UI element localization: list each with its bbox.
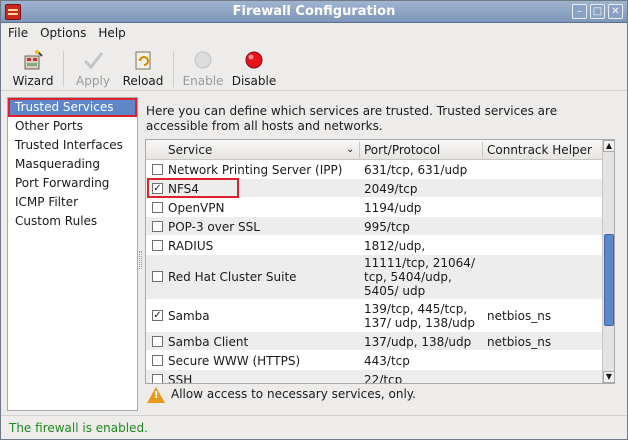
- column-header-service[interactable]: Service: [168, 143, 212, 157]
- disable-button[interactable]: Disable: [231, 49, 277, 88]
- checkmark-icon: [82, 49, 104, 71]
- menu-options[interactable]: Options: [33, 23, 91, 40]
- window-title: Firewall Configuration: [232, 4, 396, 19]
- sort-chevron-down-icon[interactable]: ⌄: [346, 144, 354, 155]
- toolbar-separator: [63, 51, 64, 87]
- table-scrollbar[interactable]: ▲ ▼: [602, 140, 614, 383]
- disable-icon: [243, 49, 265, 71]
- row-checkbox[interactable]: [152, 240, 163, 251]
- enable-icon: [192, 49, 214, 71]
- service-cell: Samba: [168, 309, 210, 323]
- highlight-box: [147, 178, 239, 198]
- wizard-button[interactable]: Wizard: [9, 49, 57, 88]
- service-cell: Secure WWW (HTTPS): [168, 354, 301, 368]
- reload-icon: [132, 49, 154, 71]
- sidebar-item-port-forwarding[interactable]: Port Forwarding: [8, 174, 137, 193]
- scroll-up-icon[interactable]: ▲: [603, 140, 614, 152]
- port-cell: 11111/tcp, 21064/ tcp, 5404/udp, 5405/ u…: [364, 256, 475, 298]
- scrollbar-thumb[interactable]: [604, 234, 614, 326]
- row-checkbox[interactable]: [152, 336, 163, 347]
- table-row[interactable]: Red Hat Cluster Suite 11111/tcp, 21064/ …: [146, 255, 602, 300]
- status-bar: The firewall is enabled.: [1, 415, 627, 439]
- row-checkbox[interactable]: [152, 271, 163, 282]
- warning-message: Allow access to necessary services, only…: [147, 385, 607, 405]
- table-row[interactable]: ✓ NFS4 2049/tcp: [146, 178, 602, 198]
- status-text: The firewall is enabled.: [9, 421, 148, 435]
- port-cell: 139/tcp, 445/tcp, 137/ udp, 138/udp: [364, 302, 476, 330]
- scroll-down-icon[interactable]: ▼: [603, 371, 614, 383]
- close-button[interactable]: ✕: [608, 4, 623, 19]
- service-cell: Red Hat Cluster Suite: [168, 270, 297, 284]
- port-cell: 443/tcp: [364, 354, 410, 368]
- row-checkbox[interactable]: [152, 202, 163, 213]
- title-bar: Firewall Configuration – □ ✕: [1, 1, 627, 23]
- enable-label: Enable: [182, 74, 224, 88]
- wizard-icon: [22, 49, 44, 71]
- port-cell: 631/tcp, 631/udp: [364, 163, 468, 177]
- warning-text: Allow access to necessary services, only…: [171, 387, 416, 401]
- row-checkbox[interactable]: [152, 374, 163, 383]
- toolbar-separator: [173, 51, 174, 87]
- menu-help[interactable]: Help: [91, 23, 130, 40]
- port-cell: 22/tcp: [364, 373, 403, 384]
- table-row[interactable]: Network Printing Server (IPP) 631/tcp, 6…: [146, 160, 602, 179]
- table-row[interactable]: Samba Client 137/udp, 138/udp netbios_ns: [146, 332, 602, 351]
- category-sidebar: Trusted Services Other Ports Trusted Int…: [7, 97, 138, 411]
- table-row[interactable]: OpenVPN 1194/udp: [146, 198, 602, 217]
- sidebar-item-trusted-services[interactable]: Trusted Services: [8, 98, 137, 117]
- port-cell: 137/udp, 138/udp: [364, 335, 472, 349]
- port-cell: 1194/udp: [364, 201, 422, 215]
- service-cell: OpenVPN: [168, 201, 225, 215]
- service-cell: POP-3 over SSL: [168, 220, 260, 234]
- disable-label: Disable: [231, 74, 277, 88]
- apply-label: Apply: [76, 74, 110, 88]
- wizard-label: Wizard: [12, 74, 54, 88]
- service-cell: RADIUS: [168, 239, 214, 253]
- row-checkbox[interactable]: ✓: [152, 310, 163, 321]
- table-row[interactable]: ✓ Samba 139/tcp, 445/tcp, 137/ udp, 138/…: [146, 300, 602, 332]
- helper-cell: netbios_ns: [487, 335, 552, 349]
- reload-label: Reload: [122, 74, 164, 88]
- enable-button[interactable]: Enable: [181, 49, 225, 88]
- table-header: Service ⌄ Port/Protocol Conntrack Helper: [146, 140, 602, 160]
- table-row[interactable]: Secure WWW (HTTPS) 443/tcp: [146, 351, 602, 370]
- reload-button[interactable]: Reload: [121, 49, 165, 88]
- sidebar-item-other-ports[interactable]: Other Ports: [8, 117, 137, 136]
- toolbar: Wizard Apply Reload Enable Disable: [1, 45, 627, 91]
- helper-cell: netbios_ns: [487, 309, 552, 323]
- table-body: Network Printing Server (IPP) 631/tcp, 6…: [146, 160, 602, 384]
- row-checkbox[interactable]: [152, 221, 163, 232]
- table-row[interactable]: POP-3 over SSL 995/tcp: [146, 217, 602, 236]
- service-cell: SSH: [168, 373, 193, 384]
- sidebar-item-trusted-interfaces[interactable]: Trusted Interfaces: [8, 136, 137, 155]
- apply-button[interactable]: Apply: [73, 49, 113, 88]
- service-cell: Samba Client: [168, 335, 249, 349]
- row-checkbox[interactable]: [152, 355, 163, 366]
- sidebar-item-icmp-filter[interactable]: ICMP Filter: [8, 193, 137, 212]
- maximize-button[interactable]: □: [590, 4, 605, 19]
- port-cell: 995/tcp: [364, 220, 410, 234]
- table-row[interactable]: SSH 22/tcp: [146, 370, 602, 384]
- sidebar-item-masquerading[interactable]: Masquerading: [8, 155, 137, 174]
- menu-bar: File Options Help: [1, 23, 627, 45]
- firewall-window: Firewall Configuration – □ ✕ File Options…: [0, 0, 628, 440]
- table-row[interactable]: RADIUS 1812/udp, 1813/udp: [146, 236, 602, 267]
- column-header-port[interactable]: Port/Protocol: [364, 143, 440, 157]
- column-header-conntrack[interactable]: Conntrack Helper: [487, 143, 592, 157]
- minimize-button[interactable]: –: [572, 4, 587, 19]
- services-table: Service ⌄ Port/Protocol Conntrack Helper…: [145, 139, 615, 384]
- column-separator: [482, 142, 483, 158]
- pane-resize-handle[interactable]: [139, 251, 142, 269]
- menu-file[interactable]: File: [1, 23, 33, 40]
- description-text: Here you can define which services are t…: [146, 104, 558, 133]
- sidebar-item-custom-rules[interactable]: Custom Rules: [8, 212, 137, 231]
- port-cell: 2049/tcp: [364, 182, 418, 196]
- row-checkbox[interactable]: [152, 164, 163, 175]
- warning-icon: [147, 387, 165, 403]
- column-separator: [359, 142, 360, 158]
- service-cell: Network Printing Server (IPP): [168, 163, 343, 177]
